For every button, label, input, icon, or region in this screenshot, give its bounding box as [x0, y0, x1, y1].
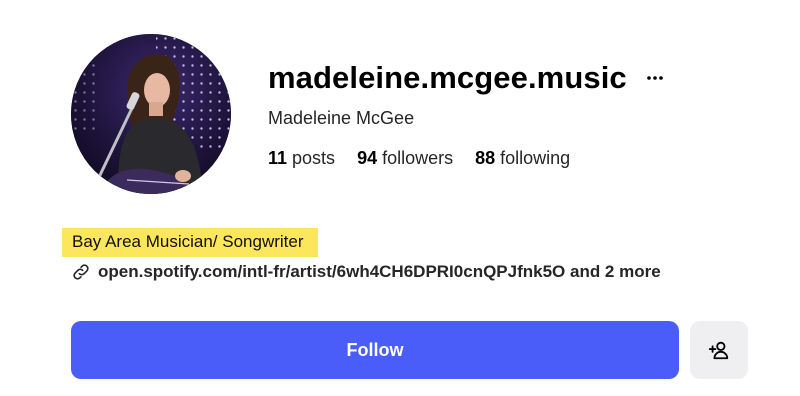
add-person-icon: [708, 341, 729, 360]
suggested-accounts-button[interactable]: [690, 321, 748, 379]
following-number: 88: [475, 148, 496, 168]
posts-number: 11: [268, 148, 288, 168]
followers-link[interactable]: 94 followers: [357, 148, 453, 169]
profile-stats: 11 posts 94 followers 88 following: [268, 148, 570, 169]
link-icon: [73, 264, 89, 280]
full-name: Madeleine McGee: [268, 108, 415, 128]
external-link[interactable]: open.spotify.com/intl-fr/artist/6wh4CH6D…: [71, 262, 661, 282]
followers-label: followers: [382, 148, 454, 168]
bio-text: Bay Area Musician/ Songwriter: [62, 228, 318, 257]
profile-header: madeleine.mcgee.music Madeleine McGee 11…: [0, 0, 800, 396]
external-link-text: open.spotify.com/intl-fr/artist/6wh4CH6D…: [98, 262, 661, 281]
username-row: madeleine.mcgee.music: [268, 60, 667, 96]
username: madeleine.mcgee.music: [268, 60, 627, 95]
posts-count: 11 posts: [268, 148, 335, 169]
avatar-photo: [71, 34, 231, 194]
follow-button-label: Follow: [346, 339, 404, 360]
more-options-button[interactable]: [643, 66, 667, 90]
following-link[interactable]: 88 following: [475, 148, 570, 169]
posts-label: posts: [292, 148, 336, 168]
followers-number: 94: [357, 148, 378, 168]
avatar[interactable]: [71, 34, 231, 194]
more-horizontal-icon: [646, 76, 663, 80]
follow-button[interactable]: Follow: [71, 321, 679, 379]
following-label: following: [500, 148, 571, 168]
